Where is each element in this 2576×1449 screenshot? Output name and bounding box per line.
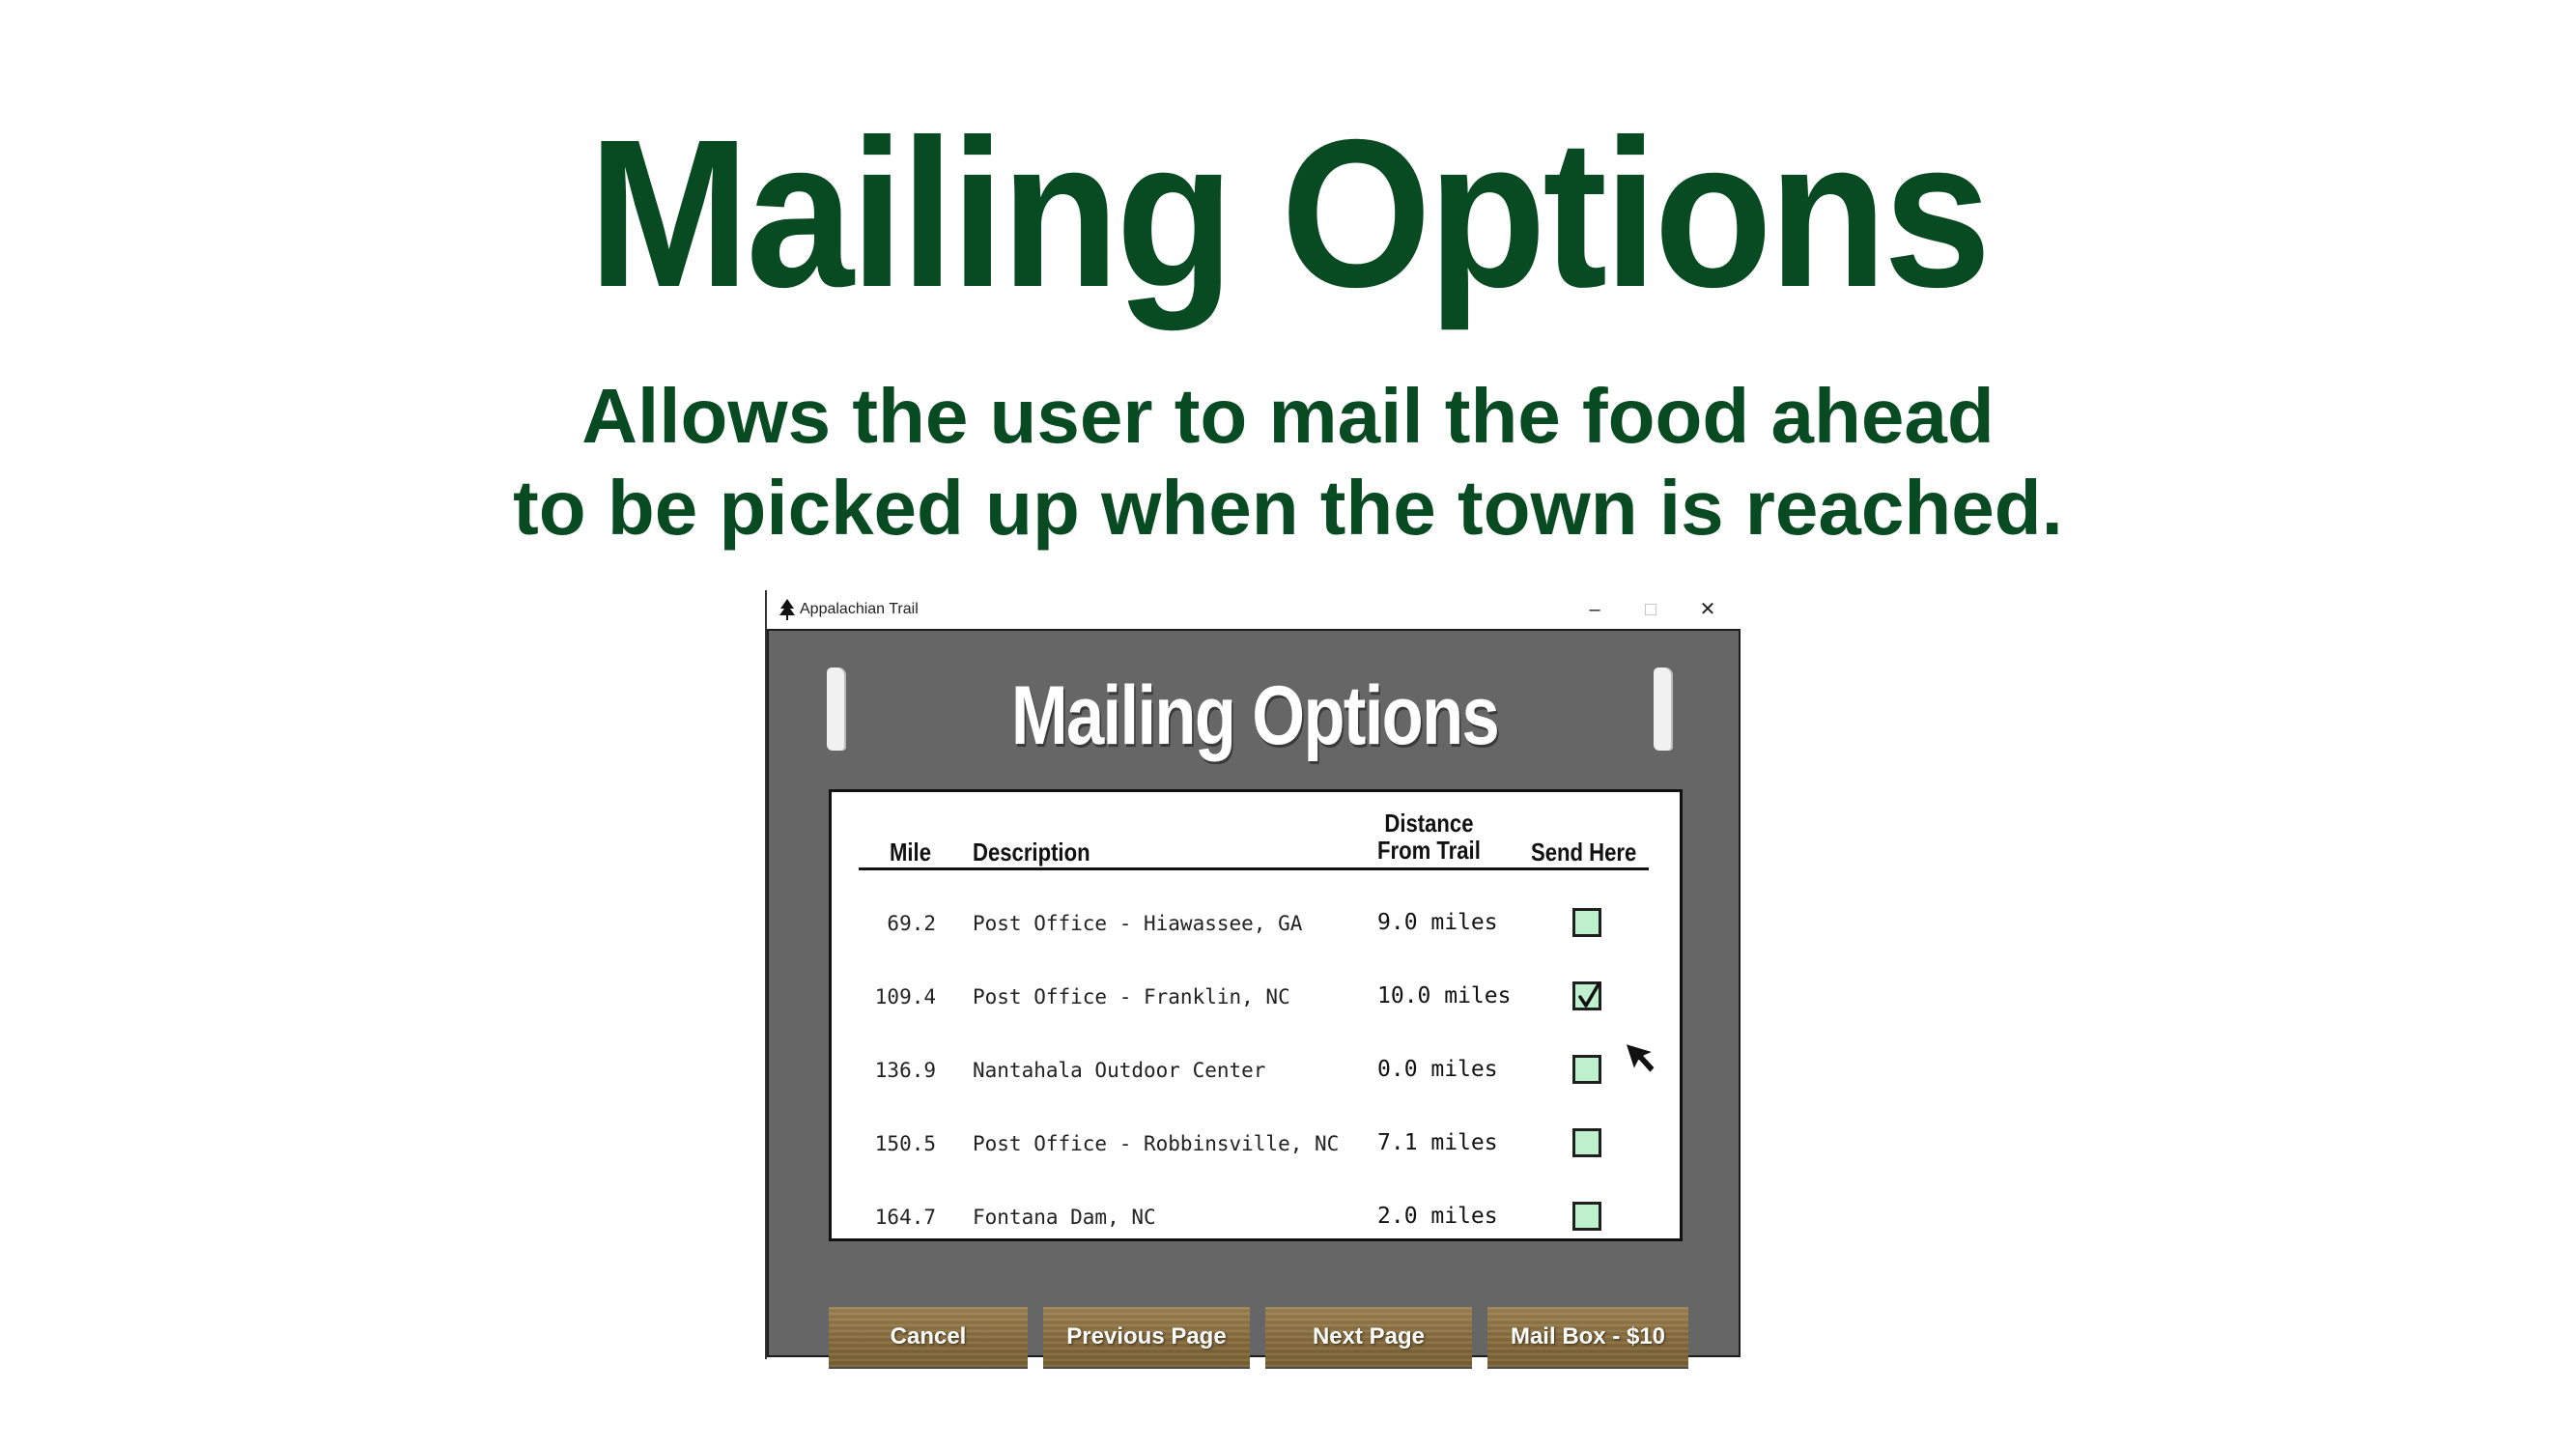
row-mile: 109.4 [874,985,936,1009]
send-here-checkbox[interactable] [1572,1128,1601,1157]
mouse-pointer-icon [1627,1041,1656,1075]
table-row: 69.2 Post Office - Hiawassee, GA 9.0 mil… [832,895,1680,952]
minimize-button[interactable]: – [1569,594,1621,625]
send-here-checkbox[interactable] [1572,1202,1601,1231]
row-mile: 69.2 [887,912,936,935]
slide-subtitle: Allows the user to mail the food ahead t… [0,370,2576,554]
column-header-distance: Distance From Trail [1377,810,1481,864]
column-header-distance-line2: From Trail [1377,836,1481,865]
table-row: 150.5 Post Office - Robbinsville, NC 7.1… [832,1115,1680,1173]
trail-marker-right [1654,668,1673,751]
row-distance: 9.0 miles [1377,910,1498,935]
header-divider [859,867,1649,870]
checkmark-icon [1578,982,1600,1008]
mailing-options-panel: Mailing Options Mile Description Distanc… [767,629,1741,1367]
next-page-button[interactable]: Next Page [1265,1307,1472,1367]
send-here-checkbox[interactable] [1572,908,1601,937]
row-distance: 7.1 miles [1377,1130,1498,1155]
row-mile: 150.5 [874,1132,936,1155]
maximize-button[interactable]: □ [1625,594,1677,625]
mailing-table: Mile Description Distance From Trail Sen… [829,789,1683,1241]
cancel-button[interactable]: Cancel [829,1307,1028,1367]
slide-title: Mailing Options [588,97,1992,331]
previous-page-button[interactable]: Previous Page [1043,1307,1250,1367]
subtitle-line-2: to be picked up when the town is reached… [513,465,2063,551]
table-row: 136.9 Nantahala Outdoor Center 0.0 miles [832,1041,1680,1099]
window-titlebar[interactable]: Appalachian Trail – □ ✕ [767,590,1742,629]
trail-marker-left [827,668,846,751]
row-description: Nantahala Outdoor Center [973,1059,1266,1082]
app-window: Appalachian Trail – □ ✕ Mailing Options … [765,590,1742,1367]
send-here-checkbox[interactable] [1572,1055,1601,1084]
table-row: 164.7 Fontana Dam, NC 2.0 miles [832,1188,1680,1246]
row-distance: 2.0 miles [1377,1204,1498,1229]
mail-box-button[interactable]: Mail Box - $10 [1487,1307,1688,1367]
send-here-checkbox[interactable] [1572,981,1601,1010]
tree-icon [779,599,795,620]
row-distance: 10.0 miles [1377,983,1512,1009]
row-description: Fontana Dam, NC [973,1206,1156,1229]
subtitle-line-1: Allows the user to mail the food ahead [581,373,1995,459]
column-header-mile: Mile [890,838,931,867]
close-button[interactable]: ✕ [1682,594,1734,625]
row-mile: 164.7 [874,1206,936,1229]
column-header-send-here: Send Here [1531,838,1637,867]
row-distance: 0.0 miles [1377,1057,1498,1082]
window-title: Appalachian Trail [800,601,919,617]
table-row: 109.4 Post Office - Franklin, NC 10.0 mi… [832,968,1680,1026]
row-mile: 136.9 [874,1059,936,1082]
panel-title: Mailing Options [1010,669,1500,762]
row-description: Post Office - Robbinsville, NC [973,1132,1340,1155]
row-description: Post Office - Franklin, NC [973,985,1290,1009]
column-header-description: Description [973,838,1090,867]
row-description: Post Office - Hiawassee, GA [973,912,1303,935]
column-header-distance-line1: Distance [1384,809,1474,838]
